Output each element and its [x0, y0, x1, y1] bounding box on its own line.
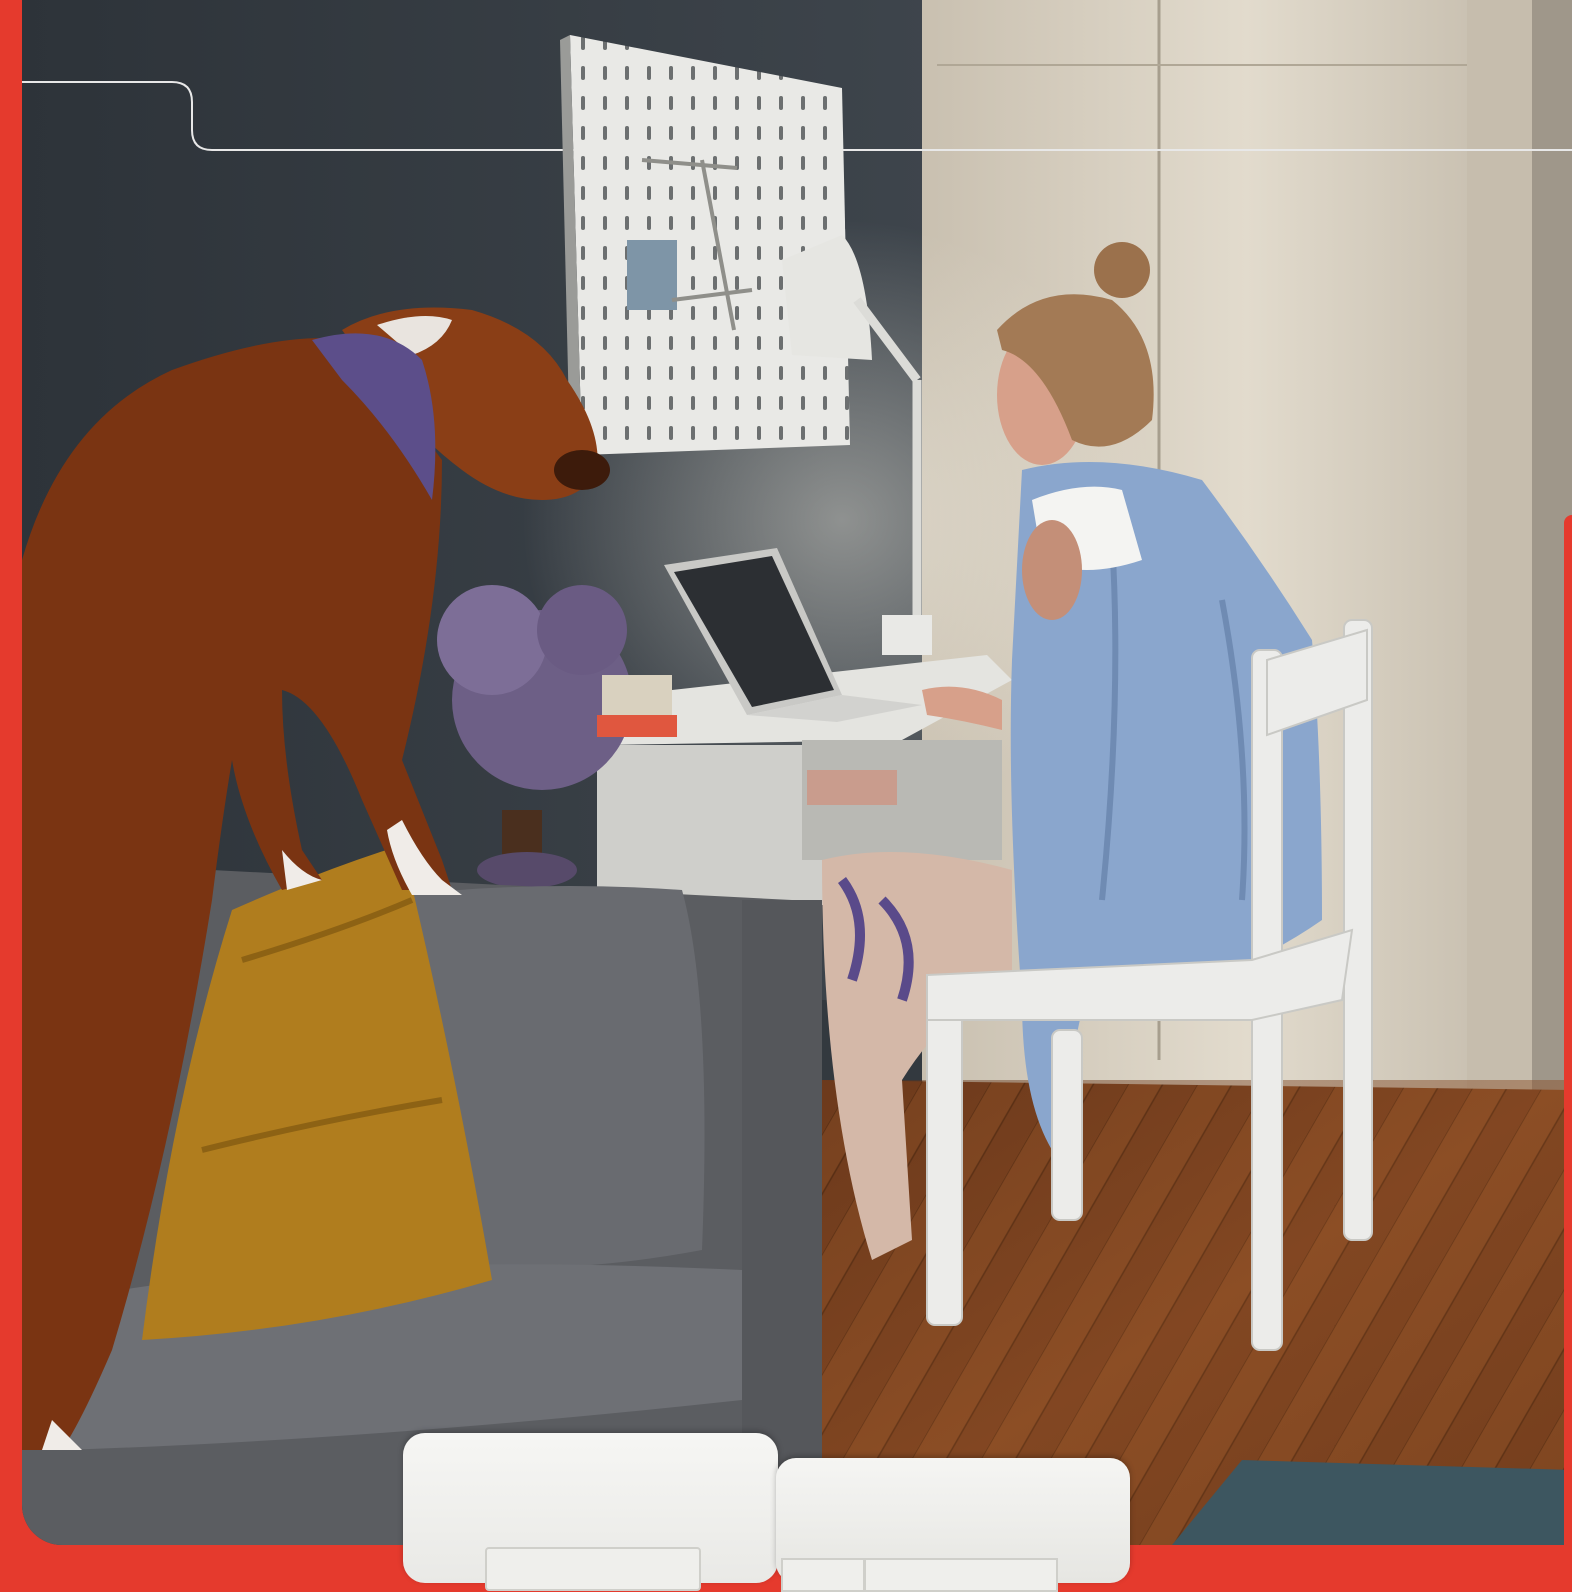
switch-rocker-small — [781, 1558, 865, 1592]
wall-switch-right — [776, 1458, 1130, 1592]
wall-switch-left — [403, 1433, 778, 1591]
rug — [1172, 1460, 1572, 1545]
photo-frame — [22, 0, 1572, 1545]
pegboard — [570, 35, 850, 455]
switch-rocker-wide — [864, 1558, 1058, 1592]
home-office-photo — [22, 0, 1572, 1545]
switch-rocker — [485, 1547, 701, 1591]
right-edge-accent — [1564, 515, 1572, 1545]
